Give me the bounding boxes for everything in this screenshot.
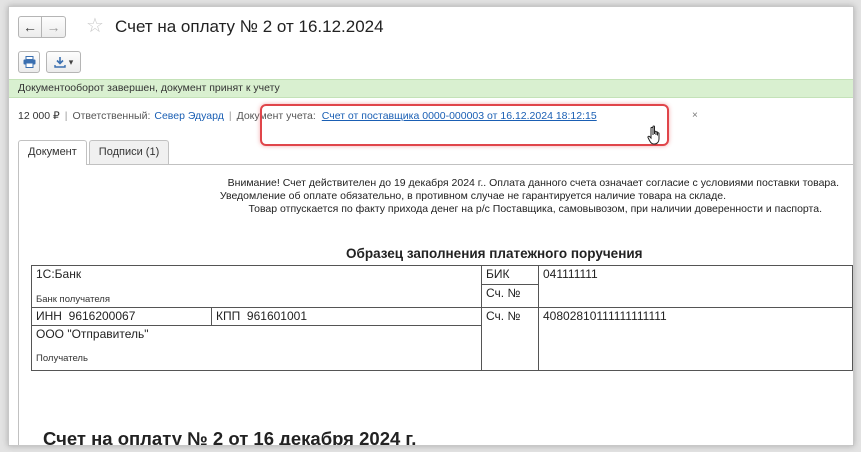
inn-label: ИНН bbox=[36, 309, 62, 323]
favorite-star-icon[interactable]: ☆ bbox=[86, 14, 104, 38]
account-value: 40802810111111111111 bbox=[538, 307, 853, 371]
inn-value: 9616200067 bbox=[68, 309, 136, 323]
close-icon[interactable]: × bbox=[692, 110, 698, 121]
responsible-link[interactable]: Север Эдуард bbox=[154, 110, 224, 122]
status-text: Документооборот завершен, документ приня… bbox=[18, 82, 280, 94]
notice-line: Товар отпускается по факту прихода денег… bbox=[248, 203, 822, 215]
back-button[interactable]: ← bbox=[18, 16, 42, 38]
navigation-buttons: ← → bbox=[18, 16, 66, 38]
hand-cursor-icon bbox=[647, 125, 660, 145]
tab-signatures[interactable]: Подписи (1) bbox=[88, 140, 170, 164]
save-dropdown-button[interactable]: ▾ bbox=[46, 51, 81, 73]
arrow-right-icon: → bbox=[46, 19, 61, 35]
bik-value: 041111111 bbox=[538, 265, 853, 285]
print-button[interactable] bbox=[18, 51, 40, 73]
recipient-name: ООО "Отправитель" bbox=[36, 327, 149, 341]
highlight-frame bbox=[260, 104, 669, 146]
arrow-left-icon: ← bbox=[23, 19, 37, 35]
tab-bar: Документ Подписи (1) bbox=[18, 140, 170, 165]
corr-account-value bbox=[538, 284, 853, 308]
bank-name: 1С:Банк bbox=[36, 267, 82, 281]
kpp-cell: КПП 961601001 bbox=[211, 307, 482, 326]
kpp-label: КПП bbox=[216, 309, 241, 323]
document-window: ← → ☆ Счет на оплату № 2 от 16.12.2024 ▾… bbox=[8, 6, 854, 446]
chevron-down-icon: ▾ bbox=[68, 56, 74, 67]
download-icon bbox=[54, 57, 66, 68]
notice-line: Внимание! Счет действителен до 19 декабр… bbox=[227, 177, 839, 189]
tab-document[interactable]: Документ bbox=[18, 140, 87, 165]
separator: | bbox=[228, 110, 232, 122]
bik-label: БИК bbox=[481, 265, 539, 285]
recipient-cell: ООО "Отправитель" Получатель bbox=[31, 325, 482, 371]
kpp-value: 961601001 bbox=[246, 309, 307, 323]
payment-sample-title: Образец заполнения платежного поручения bbox=[346, 246, 643, 261]
forward-button[interactable]: → bbox=[42, 16, 66, 38]
bank-label: Банк получателя bbox=[36, 294, 110, 305]
inn-cell: ИНН 9616200067 bbox=[31, 307, 212, 326]
document-content: Внимание! Счет действителен до 19 декабр… bbox=[18, 165, 853, 445]
amount-value: 12 000 ₽ bbox=[18, 110, 60, 122]
responsible-label: Ответственный: bbox=[72, 110, 151, 122]
status-bar: Документооборот завершен, документ приня… bbox=[9, 79, 853, 98]
separator: | bbox=[64, 110, 68, 122]
notice-text: Внимание! Счет действителен до 19 декабр… bbox=[19, 177, 839, 216]
page-title: Счет на оплату № 2 от 16.12.2024 bbox=[115, 17, 384, 36]
corr-account-label: Сч. № bbox=[481, 284, 539, 308]
printer-icon bbox=[23, 56, 35, 68]
account-label: Сч. № bbox=[481, 307, 539, 371]
recipient-label: Получатель bbox=[36, 353, 88, 364]
bank-details-table: 1С:Банк Банк получателя БИК 041111111 Сч… bbox=[31, 265, 853, 371]
toolbar: ▾ bbox=[18, 51, 81, 73]
notice-line: Уведомление об оплате обязательно, в про… bbox=[219, 190, 726, 202]
invoice-title: Счет на оплату № 2 от 16 декабря 2024 г. bbox=[43, 428, 417, 446]
